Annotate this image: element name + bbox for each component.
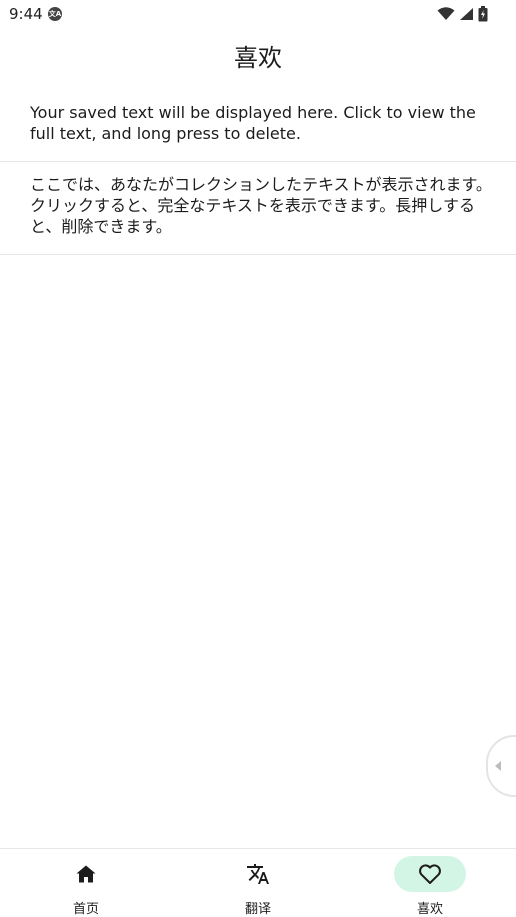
status-bar: 9:44 文A <box>0 0 516 28</box>
wifi-icon <box>437 7 455 20</box>
nav-label-translate: 翻译 <box>244 902 271 917</box>
status-time: 9:44 <box>9 5 43 23</box>
nav-label-favorites: 喜欢 <box>416 902 443 917</box>
battery-icon <box>478 6 488 22</box>
list-item[interactable]: Your saved text will be displayed here. … <box>0 88 516 162</box>
heart-icon <box>419 864 441 884</box>
cell-signal-icon <box>460 8 473 20</box>
list-item[interactable]: ここでは、あなたがコレクションしたテキストが表示されます。クリックすると、完全な… <box>0 162 516 255</box>
nav-icon-container <box>50 856 122 892</box>
nav-label-home: 首页 <box>72 902 99 917</box>
edge-panel-handle[interactable] <box>486 735 516 797</box>
bottom-nav: 首页 翻译 喜欢 <box>0 848 516 917</box>
page-title: 喜欢 <box>234 43 282 72</box>
nav-item-home[interactable]: 首页 <box>0 849 172 917</box>
screen: 9:44 文A 喜欢 Your saved text will be displ… <box>0 0 516 917</box>
home-icon <box>76 865 96 883</box>
list-item-text: Your saved text will be displayed here. … <box>30 103 476 143</box>
nav-icon-container <box>222 856 294 892</box>
status-icons <box>437 5 488 23</box>
nav-item-favorites[interactable]: 喜欢 <box>344 849 516 917</box>
translate-icon <box>247 864 269 884</box>
translate-badge-icon: 文A <box>48 7 62 21</box>
saved-list: Your saved text will be displayed here. … <box>0 88 516 255</box>
title-bar: 喜欢 <box>0 30 516 80</box>
nav-icon-container <box>394 856 466 892</box>
chevron-left-icon <box>495 761 501 771</box>
nav-item-translate[interactable]: 翻译 <box>172 849 344 917</box>
list-item-text: ここでは、あなたがコレクションしたテキストが表示されます。クリックすると、完全な… <box>30 175 492 236</box>
